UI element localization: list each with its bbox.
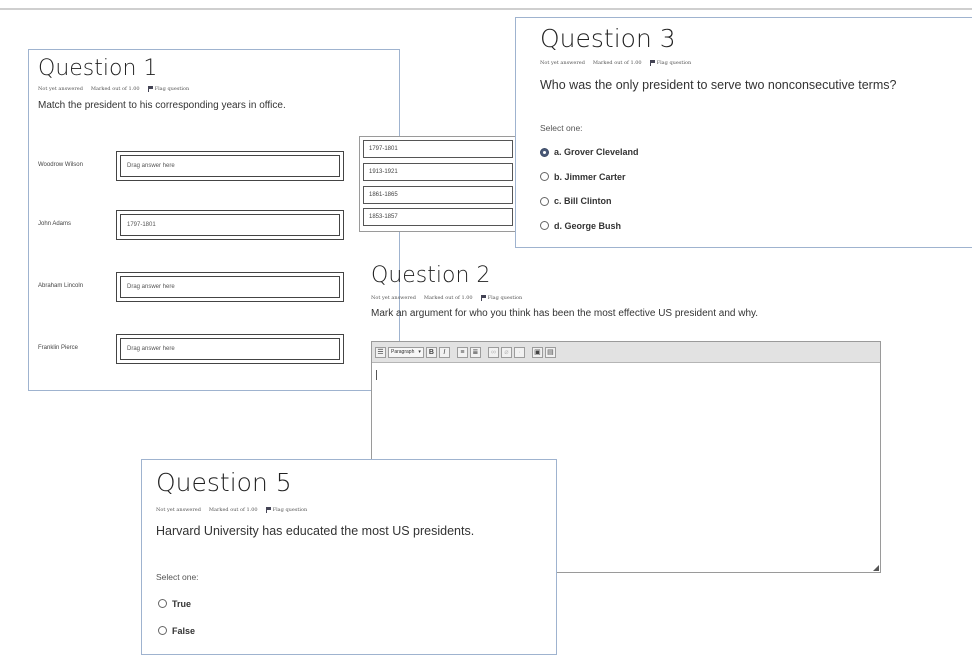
flag-icon bbox=[649, 60, 655, 66]
question-1-card: Question 1 Not yet answered Marked out o… bbox=[28, 49, 400, 391]
marked-out-of: Marked out of 1.00 bbox=[592, 60, 642, 66]
president-label: Abraham Lincoln bbox=[38, 283, 84, 289]
answer-status: Not yet answered bbox=[540, 60, 585, 66]
question-5-card: Question 5 Not yet answered Marked out o… bbox=[141, 459, 557, 655]
resize-handle-icon[interactable] bbox=[873, 565, 879, 571]
question-text: Harvard University has educated the most… bbox=[156, 524, 475, 538]
question-title: Question 2 bbox=[371, 263, 491, 288]
match-row: John Adams 1797-1801 bbox=[38, 210, 368, 240]
top-divider bbox=[0, 8, 972, 10]
option-label: d. George Bush bbox=[554, 220, 622, 231]
answer-options: True False bbox=[158, 590, 195, 644]
question-text: Mark an argument for who you think has b… bbox=[371, 308, 759, 319]
option-label: c. Bill Clinton bbox=[554, 196, 612, 207]
draggable-answer[interactable]: 1797-1801 bbox=[363, 140, 513, 158]
image-icon[interactable]: ▣ bbox=[531, 346, 543, 358]
bullet-list-icon[interactable]: ≡ bbox=[456, 346, 468, 358]
radio-button[interactable] bbox=[158, 626, 167, 635]
radio-option[interactable]: False bbox=[158, 617, 195, 644]
radio-button-selected[interactable] bbox=[540, 147, 549, 157]
radio-option[interactable]: True bbox=[158, 590, 195, 617]
question-meta: Not yet answered Marked out of 1.00 Flag… bbox=[38, 86, 189, 92]
dropdown-arrow-icon: ▾ bbox=[418, 349, 421, 355]
radio-option[interactable]: d. George Bush bbox=[540, 214, 639, 239]
drop-target-text: Drag answer here bbox=[120, 338, 340, 360]
radio-option[interactable]: a. Grover Cleveland bbox=[540, 140, 639, 165]
flag-label: Flag question bbox=[487, 295, 523, 301]
flag-question-link[interactable]: Flag question bbox=[480, 295, 523, 301]
unlink-icon[interactable]: ⌀ bbox=[500, 346, 512, 358]
radio-button[interactable] bbox=[540, 196, 549, 206]
flag-label: Flag question bbox=[154, 86, 190, 92]
option-label: True bbox=[172, 598, 192, 609]
bold-button[interactable]: B bbox=[425, 346, 437, 358]
flag-question-link[interactable]: Flag question bbox=[649, 60, 692, 66]
select-one-label: Select one: bbox=[540, 123, 583, 133]
answer-status: Not yet answered bbox=[38, 86, 83, 92]
radio-option[interactable]: b. Jimmer Carter bbox=[540, 165, 639, 190]
link-icon[interactable]: ∞ bbox=[487, 346, 499, 358]
media-icon[interactable]: ▤ bbox=[544, 346, 556, 358]
question-title: Question 1 bbox=[38, 56, 158, 81]
question-title: Question 5 bbox=[156, 468, 292, 497]
radio-option[interactable]: c. Bill Clinton bbox=[540, 189, 639, 214]
answer-status: Not yet answered bbox=[156, 507, 201, 513]
unused-icon: · bbox=[513, 346, 525, 358]
option-label: b. Jimmer Carter bbox=[554, 171, 626, 182]
president-label: Franklin Pierce bbox=[38, 345, 79, 351]
flag-icon bbox=[265, 507, 271, 513]
answer-status: Not yet answered bbox=[371, 295, 416, 301]
radio-button[interactable] bbox=[158, 599, 167, 608]
president-label: John Adams bbox=[38, 221, 72, 227]
drop-target-text: Drag answer here bbox=[120, 155, 340, 177]
question-text: Who was the only president to serve two … bbox=[540, 78, 897, 92]
president-label: Woodrow Wilson bbox=[38, 162, 83, 168]
drop-target[interactable]: Drag answer here bbox=[116, 334, 344, 364]
flag-question-link[interactable]: Flag question bbox=[147, 86, 190, 92]
drop-target[interactable]: Drag answer here bbox=[116, 272, 344, 302]
numbered-list-icon[interactable]: ≣ bbox=[469, 346, 481, 358]
flag-label: Flag question bbox=[272, 507, 308, 513]
question-3-card: Question 3 Not yet answered Marked out o… bbox=[515, 17, 972, 248]
question-2-header: Question 2 Not yet answered Marked out o… bbox=[371, 261, 881, 331]
format-select-value: Paragraph bbox=[391, 349, 415, 355]
match-row: Abraham Lincoln Drag answer here bbox=[38, 272, 368, 302]
toolbar-toggle-button[interactable]: ☰ bbox=[375, 346, 386, 358]
radio-button[interactable] bbox=[540, 221, 549, 231]
match-row: Woodrow Wilson Drag answer here bbox=[38, 151, 368, 181]
select-one-label: Select one: bbox=[156, 572, 199, 582]
flag-question-link[interactable]: Flag question bbox=[265, 507, 308, 513]
flag-icon bbox=[480, 295, 486, 301]
question-meta: Not yet answered Marked out of 1.00 Flag… bbox=[371, 295, 522, 301]
flag-icon bbox=[147, 86, 153, 92]
marked-out-of: Marked out of 1.00 bbox=[423, 295, 473, 301]
editor-toolbar: ☰ Paragraph ▾ B I ≡ ≣ ∞ ⌀ · ▣ ▤ bbox=[372, 342, 880, 363]
italic-button[interactable]: I bbox=[438, 346, 450, 358]
draggable-answer[interactable]: 1853-1857 bbox=[363, 208, 513, 226]
draggable-answer[interactable]: 1861-1865 bbox=[363, 186, 513, 204]
question-meta: Not yet answered Marked out of 1.00 Flag… bbox=[156, 507, 307, 513]
answer-options: a. Grover Cleveland b. Jimmer Carter c. … bbox=[540, 140, 639, 238]
drop-target-text: 1797-1801 bbox=[120, 214, 340, 236]
drop-target[interactable]: 1797-1801 bbox=[116, 210, 344, 240]
option-label: a. Grover Cleveland bbox=[554, 147, 639, 158]
question-text: Match the president to his corresponding… bbox=[38, 100, 286, 111]
drop-target[interactable]: Drag answer here bbox=[116, 151, 344, 181]
match-row: Franklin Pierce Drag answer here bbox=[38, 334, 368, 364]
option-label: False bbox=[172, 625, 196, 636]
text-caret bbox=[376, 370, 377, 380]
question-title: Question 3 bbox=[540, 24, 676, 53]
answer-bank: 1797-1801 1913-1921 1861-1865 1853-1857 bbox=[359, 136, 519, 232]
radio-button[interactable] bbox=[540, 172, 549, 182]
marked-out-of: Marked out of 1.00 bbox=[90, 86, 140, 92]
paragraph-format-select[interactable]: Paragraph ▾ bbox=[388, 346, 424, 358]
draggable-answer[interactable]: 1913-1921 bbox=[363, 163, 513, 181]
marked-out-of: Marked out of 1.00 bbox=[208, 507, 258, 513]
question-meta: Not yet answered Marked out of 1.00 Flag… bbox=[540, 60, 691, 66]
flag-label: Flag question bbox=[656, 60, 692, 66]
drop-target-text: Drag answer here bbox=[120, 276, 340, 298]
